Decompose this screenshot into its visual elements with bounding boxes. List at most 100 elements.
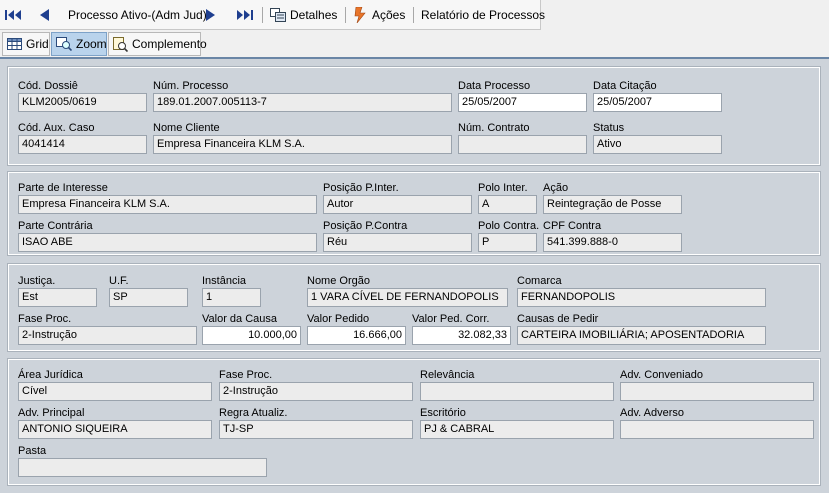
panel-parties: Parte de Interesse Empresa Financeira KL… [7, 171, 821, 256]
data-citacao-label: Data Citação [593, 80, 657, 92]
valor-causa-field[interactable]: 10.000,00 [202, 326, 301, 345]
first-icon [5, 9, 23, 21]
toolbar-separator [413, 7, 414, 23]
adv-adverso-field[interactable] [620, 420, 814, 439]
next-icon [205, 8, 217, 22]
grid-icon [7, 38, 22, 50]
first-record-button[interactable] [5, 0, 23, 29]
last-record-button[interactable] [235, 0, 253, 29]
data-processo-label: Data Processo [458, 80, 531, 92]
toolbar-separator [345, 7, 346, 23]
panel-legal: Área Jurídica Cível Fase Proc. 2-Instruç… [7, 358, 821, 486]
view-tabs: Grid Zoom Complemento [0, 30, 829, 58]
toolbar-separator [262, 7, 263, 23]
polo-contra-label: Polo Contra. [478, 220, 540, 232]
valor-ped-corr-field[interactable]: 32.082,33 [412, 326, 511, 345]
panel-court: Justiça. Est U.F. SP Instância 1 Nome Or… [7, 263, 821, 352]
actions-label: Ações [372, 7, 406, 22]
tab-complemento-label: Complemento [132, 37, 207, 51]
nome-orgao-field[interactable]: 1 VARA CÍVEL DE FERNANDOPOLIS [307, 288, 508, 307]
adv-conveniado-label: Adv. Conveniado [620, 369, 703, 381]
parte-contraria-field[interactable]: ISAO ABE [18, 233, 317, 252]
panel-process-info: Cód. Dossiê KLM2005/0619 Núm. Processo 1… [7, 66, 821, 166]
justica-label: Justiça. [18, 275, 56, 287]
data-processo-field[interactable]: 25/05/2007 [458, 93, 587, 112]
relevancia-field[interactable] [420, 382, 614, 401]
acao-field[interactable]: Reintegração de Posse [543, 195, 682, 214]
escritorio-field[interactable]: PJ & CABRAL [420, 420, 614, 439]
adv-principal-field[interactable]: ANTONIO SIQUEIRA [18, 420, 212, 439]
regra-atualiz-label: Regra Atualiz. [219, 407, 288, 419]
previous-record-button[interactable] [38, 0, 50, 29]
fase-proc-2-label: Fase Proc. [219, 369, 273, 381]
details-label: Detalhes [290, 7, 338, 22]
valor-pedido-field[interactable]: 16.666,00 [307, 326, 406, 345]
causas-pedir-field[interactable]: CARTEIRA IMOBILIÁRIA; APOSENTADORIA [517, 326, 766, 345]
process-report-button[interactable]: Relatório de Processos [421, 0, 545, 29]
valor-causa-label: Valor da Causa [202, 313, 278, 325]
cpf-contra-label: CPF Contra [543, 220, 602, 232]
instancia-field[interactable]: 1 [202, 288, 261, 307]
last-icon [235, 9, 253, 21]
valor-ped-corr-label: Valor Ped. Corr. [412, 313, 490, 325]
parte-interesse-field[interactable]: Empresa Financeira KLM S.A. [18, 195, 317, 214]
status-field[interactable]: Ativo [593, 135, 722, 154]
uf-label: U.F. [109, 275, 129, 287]
regra-atualiz-field[interactable]: TJ-SP [219, 420, 413, 439]
instancia-label: Instância [202, 275, 247, 287]
tab-grid-label: Grid [26, 37, 49, 51]
zoom-content: Cód. Dossiê KLM2005/0619 Núm. Processo 1… [0, 57, 829, 493]
details-button[interactable]: Detalhes [270, 0, 337, 29]
posicao-inter-field[interactable]: Autor [323, 195, 472, 214]
adv-conveniado-field[interactable] [620, 382, 814, 401]
polo-contra-field[interactable]: P [478, 233, 537, 252]
area-juridica-label: Área Jurídica [18, 369, 83, 381]
previous-icon [38, 8, 50, 22]
area-juridica-field[interactable]: Cível [18, 382, 212, 401]
status-label: Status [593, 122, 625, 134]
fase-proc-field[interactable]: 2-Instrução [18, 326, 197, 345]
posicao-contra-field[interactable]: Réu [323, 233, 472, 252]
uf-field[interactable]: SP [109, 288, 188, 307]
actions-button[interactable]: Ações [354, 0, 405, 29]
justica-field[interactable]: Est [18, 288, 97, 307]
num-contrato-field[interactable] [458, 135, 587, 154]
next-record-button[interactable] [205, 0, 217, 29]
zoom-icon [56, 37, 72, 51]
posicao-inter-label: Posição P.Inter. [323, 182, 399, 194]
valor-pedido-label: Valor Pedido [307, 313, 370, 325]
cod-aux-caso-field[interactable]: 4041414 [18, 135, 147, 154]
tab-complemento[interactable]: Complemento [108, 32, 207, 56]
cod-dossie-label: Cód. Dossiê [18, 80, 78, 92]
parte-interesse-label: Parte de Interesse [18, 182, 108, 194]
pasta-field[interactable] [18, 458, 267, 477]
num-processo-label: Núm. Processo [153, 80, 229, 92]
tab-zoom[interactable]: Zoom [51, 32, 107, 56]
nome-cliente-label: Nome Cliente [153, 122, 220, 134]
cod-aux-caso-label: Cód. Aux. Caso [18, 122, 95, 134]
comarca-field[interactable]: FERNANDOPOLIS [517, 288, 766, 307]
document-search-icon [113, 36, 128, 52]
process-status-label: Processo Ativo-(Adm Jud) [68, 7, 207, 22]
polo-inter-field[interactable]: A [478, 195, 537, 214]
lightning-icon [354, 6, 368, 23]
data-citacao-field[interactable]: 25/05/2007 [593, 93, 722, 112]
adv-adverso-label: Adv. Adverso [620, 407, 684, 419]
pasta-label: Pasta [18, 445, 47, 457]
fase-proc-label: Fase Proc. [18, 313, 72, 325]
posicao-contra-label: Posição P.Contra [323, 220, 408, 232]
fase-proc-2-field[interactable]: 2-Instrução [219, 382, 413, 401]
polo-inter-label: Polo Inter. [478, 182, 528, 194]
adv-principal-label: Adv. Principal [18, 407, 85, 419]
nome-cliente-field[interactable]: Empresa Financeira KLM S.A. [153, 135, 452, 154]
num-processo-field[interactable]: 189.01.2007.005113-7 [153, 93, 452, 112]
toolbar: Processo Ativo-(Adm Jud) Detalhes Ações … [0, 0, 545, 30]
comarca-label: Comarca [517, 275, 562, 287]
num-contrato-label: Núm. Contrato [458, 122, 530, 134]
cpf-contra-field[interactable]: 541.399.888-0 [543, 233, 682, 252]
acao-label: Ação [543, 182, 569, 194]
details-icon [270, 7, 286, 22]
escritorio-label: Escritório [420, 407, 466, 419]
tab-grid[interactable]: Grid [2, 32, 50, 56]
cod-dossie-field[interactable]: KLM2005/0619 [18, 93, 147, 112]
